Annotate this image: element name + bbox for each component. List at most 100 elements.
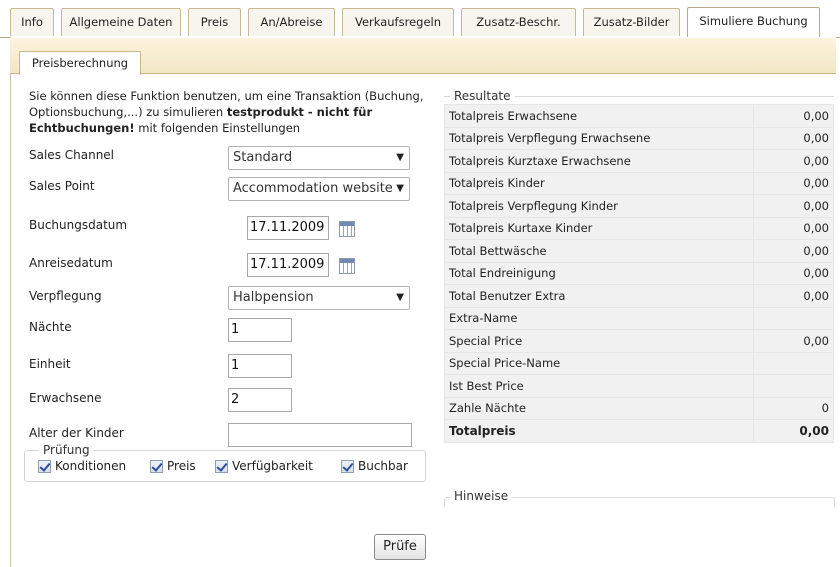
calendar-icon[interactable] xyxy=(339,221,355,237)
tab-preis[interactable]: Preis xyxy=(188,8,241,36)
result-label: Totalpreis Erwachsene xyxy=(444,104,754,128)
tab-zusatz-bilder[interactable]: Zusatz-Bilder xyxy=(583,8,680,36)
buchungsdatum-input[interactable]: 17.11.2009 xyxy=(247,216,329,240)
result-label: Total Endreinigung xyxy=(444,261,754,285)
einheit-value: 1 xyxy=(231,358,240,373)
result-label: Totalpreis Kurztaxe Erwachsene xyxy=(444,149,754,173)
check-verfuegbarkeit[interactable]: Verfügbarkeit xyxy=(215,459,313,473)
tab-info[interactable]: Info xyxy=(10,8,54,36)
result-label: Ist Best Price xyxy=(444,374,754,398)
tab-simuliere-buchung[interactable]: Simuliere Buchung xyxy=(687,7,820,37)
alter-kinder-input[interactable] xyxy=(228,423,412,447)
tab-label: Zusatz-Bilder xyxy=(593,15,670,29)
erwachsene-value: 2 xyxy=(231,392,240,407)
result-value: 0,00 xyxy=(753,194,834,218)
result-value: 0,00 xyxy=(753,419,834,443)
table-row: Total Endreinigung 0,00 xyxy=(444,261,834,285)
table-row: Total Benutzer Extra 0,00 xyxy=(444,284,834,308)
pruefe-button[interactable]: Prüfe xyxy=(374,534,426,560)
table-row: Totalpreis 0,00 xyxy=(444,419,834,443)
sales-channel-value: Standard xyxy=(233,150,293,165)
buchungsdatum-label: Buchungsdatum xyxy=(29,218,128,232)
tab-label: Simuliere Buchung xyxy=(699,14,808,28)
table-row: Totalpreis Kurtaxe Kinder 0,00 xyxy=(444,216,834,240)
checkbox-checked-icon[interactable] xyxy=(150,459,163,473)
table-row: Extra-Name xyxy=(444,306,834,330)
result-label: Totalpreis Verpflegung Erwachsene xyxy=(444,126,754,150)
check-preis[interactable]: Preis xyxy=(150,459,196,473)
result-value: 0,00 xyxy=(753,126,834,150)
check-buchbar[interactable]: Buchbar xyxy=(341,459,408,473)
result-value: 0,00 xyxy=(753,149,834,173)
sales-point-value: Accommodation website xyxy=(233,181,393,196)
anreisedatum-input[interactable]: 17.11.2009 xyxy=(247,253,329,277)
tab-an-abreise[interactable]: An/Abreise xyxy=(248,8,335,36)
result-value: 0,00 xyxy=(753,171,834,195)
table-row: Ist Best Price xyxy=(444,374,834,398)
tab-verkaufsregeln[interactable]: Verkaufsregeln xyxy=(342,8,454,36)
table-row: Totalpreis Kurztaxe Erwachsene 0,00 xyxy=(444,149,834,173)
result-value: 0,00 xyxy=(753,329,834,353)
result-label: Total Bettwäsche xyxy=(444,239,754,263)
checkbox-checked-icon[interactable] xyxy=(341,459,354,473)
top-tab-bar: Info Allgemeine Daten Preis An/Abreise V… xyxy=(0,0,840,38)
table-row: Zahle Nächte 0 xyxy=(444,396,834,420)
naechte-input[interactable]: 1 xyxy=(228,318,292,342)
subtab-preisberechnung[interactable]: Preisberechnung xyxy=(19,51,141,75)
chevron-down-icon: ▼ xyxy=(396,292,404,303)
result-value: 0,00 xyxy=(753,104,834,128)
intro-part2: mit folgenden Einstellungen xyxy=(134,121,301,135)
naechte-label: Nächte xyxy=(29,320,72,334)
table-row: Totalpreis Verpflegung Kinder 0,00 xyxy=(444,194,834,218)
chevron-down-icon: ▼ xyxy=(396,152,404,163)
result-label: Totalpreis Verpflegung Kinder xyxy=(444,194,754,218)
result-label: Extra-Name xyxy=(444,306,754,330)
einheit-label: Einheit xyxy=(29,357,71,371)
resultate-legend: Resultate xyxy=(450,89,515,103)
verpflegung-label: Verpflegung xyxy=(29,289,102,303)
sales-channel-label: Sales Channel xyxy=(29,148,115,162)
result-value: 0 xyxy=(753,396,834,420)
table-row: Special Price 0,00 xyxy=(444,329,834,353)
result-value: 0,00 xyxy=(753,216,834,240)
checkbox-checked-icon[interactable] xyxy=(38,459,51,473)
erwachsene-input[interactable]: 2 xyxy=(228,388,292,412)
tab-label: Info xyxy=(21,15,43,29)
tab-zusatz-beschr[interactable]: Zusatz-Beschr. xyxy=(461,8,576,36)
tab-label: Zusatz-Beschr. xyxy=(476,15,561,29)
resultate-table: Totalpreis Erwachsene 0,00 Totalpreis Verp… xyxy=(444,104,834,443)
verpflegung-select[interactable]: Halbpension ▼ xyxy=(228,286,410,310)
sales-point-select[interactable]: Accommodation website ▼ xyxy=(228,177,410,201)
sales-point-label: Sales Point xyxy=(29,179,95,193)
hinweise-legend: Hinweise xyxy=(450,489,513,503)
einheit-input[interactable]: 1 xyxy=(228,354,292,378)
result-label: Zahle Nächte xyxy=(444,396,754,420)
erwachsene-label: Erwachsene xyxy=(29,391,102,405)
anreisedatum-value: 17.11.2009 xyxy=(250,257,325,272)
sales-channel-select[interactable]: Standard ▼ xyxy=(228,146,410,170)
pruefung-legend: Prüfung xyxy=(39,443,94,457)
result-value xyxy=(753,374,834,398)
result-value xyxy=(753,306,834,330)
tab-allgemeine-daten[interactable]: Allgemeine Daten xyxy=(61,8,181,36)
result-label: Totalpreis Kurtaxe Kinder xyxy=(444,216,754,240)
chevron-down-icon: ▼ xyxy=(395,178,404,200)
check-konditionen[interactable]: Konditionen xyxy=(38,459,126,473)
tab-label: Allgemeine Daten xyxy=(69,15,173,29)
result-value xyxy=(753,351,834,375)
table-row: Special Price-Name xyxy=(444,351,834,375)
result-label: Special Price-Name xyxy=(444,351,754,375)
checkbox-checked-icon[interactable] xyxy=(215,459,228,473)
tab-label: An/Abreise xyxy=(260,15,323,29)
result-label: Totalpreis Kinder xyxy=(444,171,754,195)
calendar-icon[interactable] xyxy=(339,258,355,274)
alter-kinder-label: Alter der Kinder xyxy=(29,426,124,440)
result-label: Special Price xyxy=(444,329,754,353)
result-label: Total Benutzer Extra xyxy=(444,284,754,308)
table-row: Total Bettwäsche 0,00 xyxy=(444,239,834,263)
table-row: Totalpreis Verpflegung Erwachsene 0,00 xyxy=(444,126,834,150)
check-label: Buchbar xyxy=(358,459,408,473)
result-value: 0,00 xyxy=(753,239,834,263)
verpflegung-value: Halbpension xyxy=(233,290,314,305)
table-row: Totalpreis Erwachsene 0,00 xyxy=(444,104,834,128)
